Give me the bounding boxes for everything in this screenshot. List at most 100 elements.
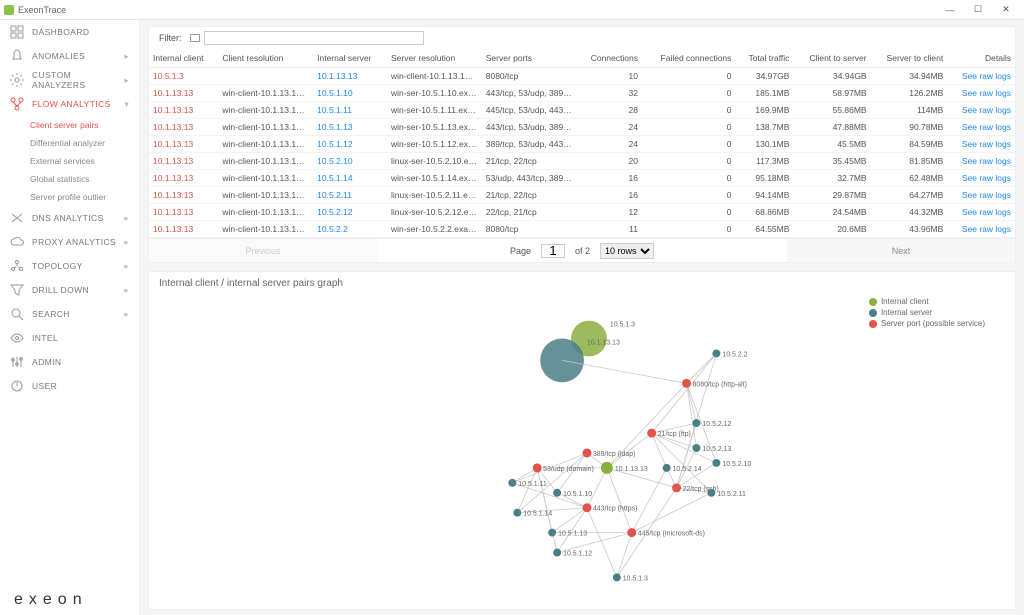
next-button[interactable]: Next — [787, 239, 1015, 262]
graph-hub-node[interactable] — [601, 462, 613, 474]
col-header[interactable]: Internal client — [149, 49, 218, 68]
sidebar-item-dashboard[interactable]: DASHBOARD — [0, 20, 139, 44]
rows-select[interactable]: 10 rows — [600, 243, 654, 259]
prev-button[interactable]: Previous — [149, 239, 377, 262]
table-row[interactable]: 10.1.13.13win-client-10.1.13.13…10.5.1.1… — [149, 85, 1015, 102]
internal-server-ip[interactable]: 10.5.1.13 — [317, 122, 352, 132]
see-raw-logs-link[interactable]: See raw logs — [962, 71, 1011, 81]
graph-title: Internal client / internal server pairs … — [159, 278, 1005, 289]
graph-server-node[interactable] — [707, 489, 715, 497]
see-raw-logs-link[interactable]: See raw logs — [962, 207, 1011, 217]
maximize-button[interactable]: ☐ — [964, 1, 992, 19]
col-header[interactable]: Total traffic — [735, 49, 793, 68]
col-header[interactable]: Client resolution — [218, 49, 313, 68]
sidebar-sub-server-profile-outlier[interactable]: Server profile outlier — [0, 188, 139, 206]
filter-checkbox[interactable] — [190, 34, 200, 42]
sidebar-sub-client-server-pairs[interactable]: Client server pairs — [0, 116, 139, 134]
graph-port-node[interactable] — [582, 503, 591, 512]
see-raw-logs-link[interactable]: See raw logs — [962, 122, 1011, 132]
sidebar-sub-differential-analyzer[interactable]: Differential analyzer — [0, 134, 139, 152]
col-header[interactable]: Client to server — [793, 49, 870, 68]
close-button[interactable]: ✕ — [992, 1, 1020, 19]
sidebar-item-custom-analyzers[interactable]: CUSTOM ANALYZERS▸ — [0, 68, 139, 92]
graph-server-node[interactable] — [692, 444, 700, 452]
internal-server-ip[interactable]: 10.5.2.10 — [317, 156, 352, 166]
internal-client-ip[interactable]: 10.1.13.13 — [153, 122, 193, 132]
sidebar-sub-global-statistics[interactable]: Global statistics — [0, 170, 139, 188]
internal-server-ip[interactable]: 10.5.2.2 — [317, 224, 348, 234]
network-graph[interactable]: 10.5.1.310.1.13.1310.1.13.138080/tcp (ht… — [159, 293, 1005, 603]
col-header[interactable]: Failed connections — [642, 49, 735, 68]
see-raw-logs-link[interactable]: See raw logs — [962, 88, 1011, 98]
graph-port-node[interactable] — [582, 448, 591, 457]
internal-client-ip[interactable]: 10.1.13.13 — [153, 156, 193, 166]
table-row[interactable]: 10.1.13.13win-client-10.1.13.13…10.5.1.1… — [149, 102, 1015, 119]
graph-server-node[interactable] — [663, 464, 671, 472]
table-row[interactable]: 10.1.13.13win-client-10.1.13.13…10.5.1.1… — [149, 170, 1015, 187]
graph-server-node[interactable] — [712, 459, 720, 467]
internal-client-ip[interactable]: 10.1.13.13 — [153, 173, 193, 183]
graph-server-node[interactable] — [548, 529, 556, 537]
table-row[interactable]: 10.1.13.13win-client-10.1.13.13…10.5.1.1… — [149, 119, 1015, 136]
internal-client-ip[interactable]: 10.1.13.13 — [153, 139, 193, 149]
sidebar-item-dns-analytics[interactable]: DNS ANALYTICS▸ — [0, 206, 139, 230]
sidebar-item-flow-analytics[interactable]: FLOW ANALYTICS▾ — [0, 92, 139, 116]
internal-server-ip[interactable]: 10.5.1.10 — [317, 88, 352, 98]
internal-server-ip[interactable]: 10.5.1.14 — [317, 173, 352, 183]
internal-server-ip[interactable]: 10.5.1.12 — [317, 139, 352, 149]
table-row[interactable]: 10.1.13.13win-client-10.1.13.13…10.5.2.2… — [149, 221, 1015, 238]
col-header[interactable]: Server resolution — [387, 49, 482, 68]
graph-port-node[interactable] — [627, 528, 636, 537]
see-raw-logs-link[interactable]: See raw logs — [962, 156, 1011, 166]
see-raw-logs-link[interactable]: See raw logs — [962, 224, 1011, 234]
col-header[interactable]: Server to client — [871, 49, 948, 68]
internal-server-ip[interactable]: 10.1.13.13 — [317, 71, 357, 81]
internal-server-ip[interactable]: 10.5.1.11 — [317, 105, 352, 115]
table-row[interactable]: 10.5.1.310.1.13.13win-client-10.1.13.13…… — [149, 68, 1015, 85]
internal-client-ip[interactable]: 10.1.13.13 — [153, 190, 193, 200]
sidebar-item-intel[interactable]: INTEL — [0, 326, 139, 350]
see-raw-logs-link[interactable]: See raw logs — [962, 190, 1011, 200]
internal-client-ip[interactable]: 10.1.13.13 — [153, 105, 193, 115]
sidebar-sub-external-services[interactable]: External services — [0, 152, 139, 170]
graph-server-node[interactable] — [712, 349, 720, 357]
graph-server-node[interactable] — [508, 479, 516, 487]
sidebar-item-proxy-analytics[interactable]: PROXY ANALYTICS▸ — [0, 230, 139, 254]
table-row[interactable]: 10.1.13.13win-client-10.1.13.13…10.5.2.1… — [149, 153, 1015, 170]
minimize-button[interactable]: — — [936, 1, 964, 19]
page-input[interactable] — [541, 244, 565, 258]
see-raw-logs-link[interactable]: See raw logs — [962, 105, 1011, 115]
filter-input[interactable] — [204, 31, 424, 45]
graph-port-node[interactable] — [533, 463, 542, 472]
graph-port-node[interactable] — [682, 379, 691, 388]
graph-server-node[interactable] — [513, 509, 521, 517]
col-header[interactable]: Details — [947, 49, 1015, 68]
internal-server-ip[interactable]: 10.5.2.12 — [317, 207, 352, 217]
table-row[interactable]: 10.1.13.13win-client-10.1.13.13…10.5.1.1… — [149, 136, 1015, 153]
col-header[interactable]: Server ports — [482, 49, 577, 68]
internal-client-ip[interactable]: 10.1.13.13 — [153, 88, 193, 98]
sidebar-item-search[interactable]: SEARCH▸ — [0, 302, 139, 326]
sidebar-item-user[interactable]: USER — [0, 374, 139, 398]
internal-client-ip[interactable]: 10.1.13.13 — [153, 224, 193, 234]
graph-server-node[interactable] — [553, 489, 561, 497]
server-ports: 21/tcp, 22/tcp — [482, 153, 577, 170]
sidebar-item-drill-down[interactable]: DRILL DOWN▸ — [0, 278, 139, 302]
graph-port-node[interactable] — [672, 483, 681, 492]
sidebar-item-admin[interactable]: ADMIN — [0, 350, 139, 374]
see-raw-logs-link[interactable]: See raw logs — [962, 139, 1011, 149]
col-header[interactable]: Connections — [577, 49, 642, 68]
graph-server-node[interactable] — [613, 573, 621, 581]
see-raw-logs-link[interactable]: See raw logs — [962, 173, 1011, 183]
internal-client-ip[interactable]: 10.5.1.3 — [153, 71, 184, 81]
table-row[interactable]: 10.1.13.13win-client-10.1.13.13…10.5.2.1… — [149, 187, 1015, 204]
table-row[interactable]: 10.1.13.13win-client-10.1.13.13…10.5.2.1… — [149, 204, 1015, 221]
internal-server-ip[interactable]: 10.5.2.11 — [317, 190, 352, 200]
graph-port-node[interactable] — [647, 429, 656, 438]
internal-client-ip[interactable]: 10.1.13.13 — [153, 207, 193, 217]
sidebar-item-topology[interactable]: TOPOLOGY▸ — [0, 254, 139, 278]
col-header[interactable]: Internal server — [313, 49, 387, 68]
sidebar-item-anomalies[interactable]: ANOMALIES▸ — [0, 44, 139, 68]
graph-server-node[interactable] — [692, 419, 700, 427]
graph-server-node[interactable] — [553, 549, 561, 557]
